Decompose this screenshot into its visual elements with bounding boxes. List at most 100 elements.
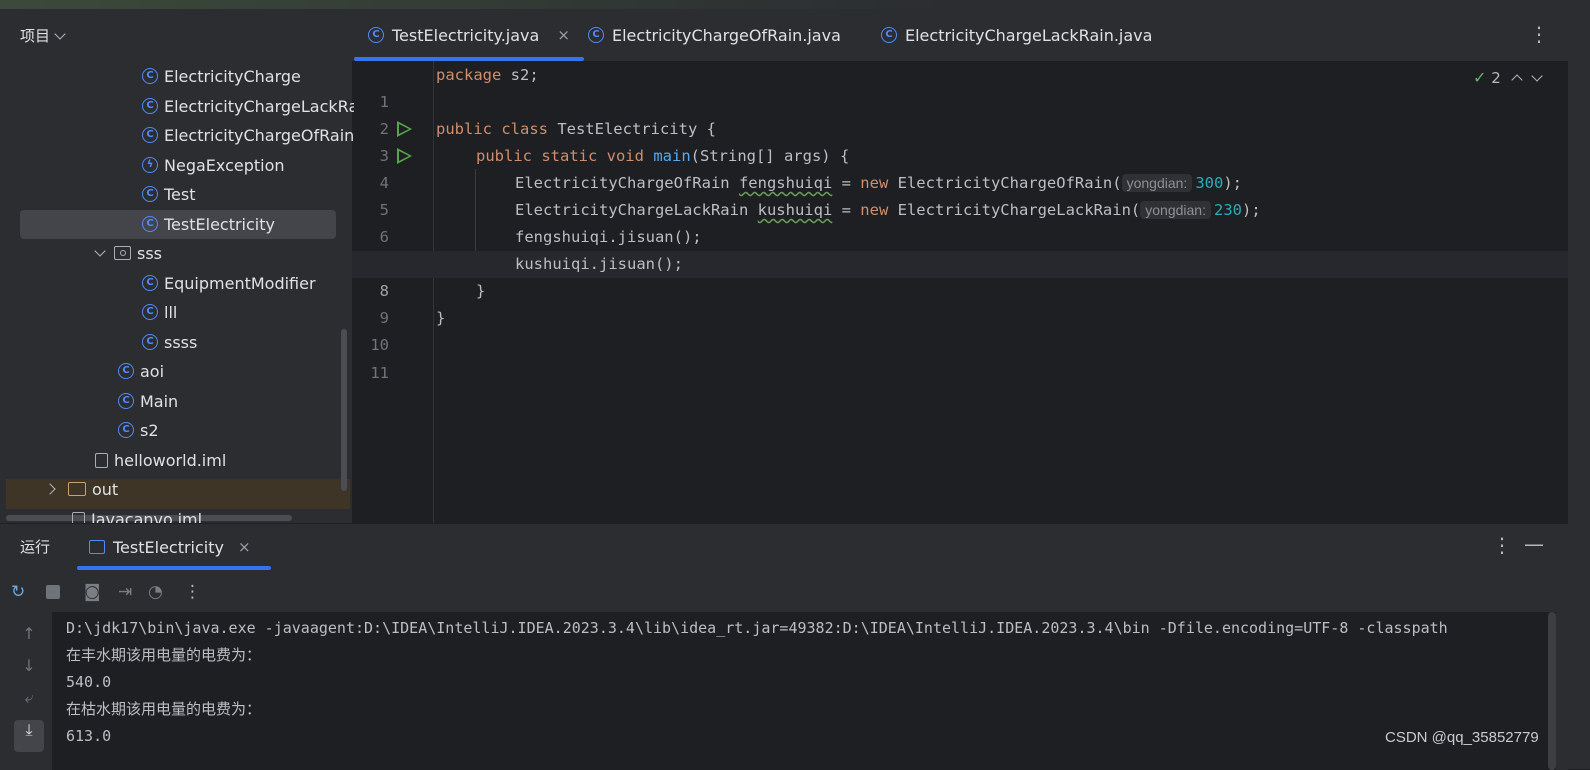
code-token: = bbox=[832, 174, 861, 192]
project-vertical-scrollbar[interactable] bbox=[341, 329, 347, 491]
tree-item-label: ElectricityChargeOfRain bbox=[164, 125, 354, 145]
tree-item-test[interactable]: Test bbox=[142, 180, 196, 208]
parameter-hint: yongdian: bbox=[1140, 201, 1211, 219]
tab-label: ElectricityChargeLackRain.java bbox=[905, 25, 1153, 45]
code-line: 11 bbox=[352, 333, 1568, 382]
tree-item-sss[interactable]: sss bbox=[94, 239, 162, 267]
tree-item-label: ssss bbox=[164, 332, 198, 352]
tab-label: ElectricityChargeOfRain.java bbox=[612, 25, 841, 45]
more-options-icon[interactable]: ⋮ bbox=[1529, 22, 1549, 46]
keyword: new bbox=[860, 201, 889, 219]
tree-item-label: ElectricityCharge bbox=[164, 66, 301, 86]
code-line: 10 } bbox=[352, 305, 1568, 354]
close-icon[interactable]: × bbox=[557, 26, 570, 44]
console-vertical-scrollbar[interactable] bbox=[1548, 612, 1556, 770]
number-literal: 230 bbox=[1213, 201, 1242, 219]
tree-item-label: ElectricityChargeLackRai bbox=[164, 96, 354, 116]
tree-item-javacanvo-iml[interactable]: Javacanvo.iml bbox=[72, 505, 202, 523]
code-text: package s2; bbox=[436, 62, 539, 89]
code-text: } bbox=[436, 309, 446, 327]
tree-item-label: Main bbox=[140, 391, 179, 411]
soft-wrap-icon[interactable]: ⤶ bbox=[14, 688, 44, 720]
tree-item-negaexception[interactable]: NegaException bbox=[142, 151, 285, 179]
console-line: 在枯水期该用电量的电费为： bbox=[66, 700, 262, 718]
gauge-icon[interactable]: ◔ bbox=[148, 582, 163, 602]
class-icon bbox=[118, 422, 134, 438]
exit-icon[interactable]: ⇥ bbox=[118, 582, 132, 602]
minimize-icon[interactable]: — bbox=[1524, 532, 1544, 556]
close-icon[interactable]: × bbox=[238, 538, 251, 556]
code-line: 5 ElectricityChargeOfRain fengshuiqi = n… bbox=[352, 170, 1568, 219]
tree-item-electricitycharge[interactable]: ElectricityCharge bbox=[142, 62, 301, 90]
more-options-icon[interactable]: ⋮ bbox=[184, 582, 201, 602]
tree-item-label: NegaException bbox=[164, 155, 285, 175]
tab-electricitychargelackrain-java[interactable]: ElectricityChargeLackRain.java bbox=[881, 9, 1152, 61]
tree-item-equipmentmodifier[interactable]: EquipmentModifier bbox=[142, 269, 316, 297]
tree-item-label: EquipmentModifier bbox=[164, 273, 316, 293]
code-token: ElectricityChargeLackRain( bbox=[888, 201, 1141, 219]
window-top-strip bbox=[0, 0, 1590, 9]
file-icon bbox=[95, 452, 108, 468]
run-tab-testelectricity[interactable]: TestElectricity × bbox=[77, 524, 271, 570]
tree-item-s2[interactable]: s2 bbox=[118, 416, 159, 444]
rerun-icon[interactable]: ↻ bbox=[11, 582, 25, 602]
keyword: public static void bbox=[476, 147, 644, 165]
tree-item-label: out bbox=[92, 479, 119, 499]
run-gutter-icon[interactable] bbox=[397, 148, 412, 164]
run-tab-label: TestElectricity bbox=[113, 537, 224, 557]
editor-tab-bar: TestElectricity.java × ElectricityCharge… bbox=[352, 9, 1568, 62]
chevron-right-icon[interactable] bbox=[44, 483, 56, 495]
scroll-to-end-icon[interactable]: ⤓ bbox=[14, 720, 44, 752]
variable-name: kushuiqi bbox=[757, 201, 833, 219]
tree-item-testelectricity[interactable]: TestElectricity bbox=[20, 210, 336, 239]
arrow-up-icon[interactable]: ↑ bbox=[14, 624, 44, 656]
project-view-selector[interactable]: 项目 bbox=[20, 25, 66, 46]
code-text: ElectricityChargeOfRain fengshuiqi = new… bbox=[515, 170, 1242, 197]
tree-item-label: s2 bbox=[140, 420, 159, 440]
tab-testelectricity-java[interactable]: TestElectricity.java × bbox=[354, 9, 584, 61]
class-icon bbox=[881, 27, 897, 43]
code-line: 2 bbox=[352, 89, 1568, 138]
class-icon bbox=[142, 68, 158, 84]
keyword: public class bbox=[436, 120, 548, 138]
camera-icon[interactable]: ◙ bbox=[84, 582, 101, 602]
code-text: public static void main(String[] args) { bbox=[476, 143, 849, 170]
code-line: 1 package s2; bbox=[352, 62, 1568, 111]
keyword: package bbox=[436, 66, 502, 84]
more-options-icon[interactable]: ⋮ bbox=[1492, 533, 1512, 557]
class-icon bbox=[588, 27, 604, 43]
tree-item-out[interactable]: out bbox=[44, 475, 119, 503]
tree-item-aoi[interactable]: aoi bbox=[118, 357, 164, 385]
console-output[interactable]: D:\jdk17\bin\java.exe -javaagent:D:\IDEA… bbox=[52, 612, 1556, 770]
class-icon bbox=[142, 304, 158, 320]
code-line: 4 public static void main(String[] args)… bbox=[352, 143, 1568, 192]
parameter-hint: yongdian: bbox=[1121, 174, 1193, 192]
folder-icon bbox=[68, 482, 86, 496]
code-text: kushuiqi.jisuan(); bbox=[515, 255, 683, 273]
run-panel-title: 运行 bbox=[20, 538, 51, 556]
chevron-down-icon[interactable] bbox=[94, 245, 106, 257]
console-side-toolbar: ↑ ↓ ⤶ ⤓ bbox=[14, 624, 44, 752]
stop-icon[interactable] bbox=[46, 585, 60, 599]
tree-item-lll[interactable]: lll bbox=[142, 298, 177, 326]
tab-electricitychargeofrain-java[interactable]: ElectricityChargeOfRain.java bbox=[588, 9, 841, 61]
code-line: 6 ElectricityChargeLackRain kushuiqi = n… bbox=[352, 197, 1568, 246]
tree-item-electricitychargeofrain[interactable]: ElectricityChargeOfRain bbox=[142, 121, 354, 149]
arrow-down-icon[interactable]: ↓ bbox=[14, 656, 44, 688]
tree-item-label: helloworld.iml bbox=[114, 450, 227, 470]
class-icon bbox=[142, 334, 158, 350]
number-literal: 300 bbox=[1195, 174, 1224, 192]
tree-item-label: Javacanvo.iml bbox=[91, 509, 203, 524]
tree-item-electricitychargelackrain[interactable]: ElectricityChargeLackRai bbox=[142, 92, 354, 120]
file-icon bbox=[72, 511, 85, 523]
package-icon bbox=[114, 246, 131, 260]
code-token: ElectricityChargeOfRain( bbox=[888, 174, 1122, 192]
class-icon bbox=[142, 275, 158, 291]
run-gutter-icon[interactable] bbox=[397, 121, 412, 137]
tree-item-helloworld-iml[interactable]: helloworld.iml bbox=[95, 446, 226, 474]
tree-item-main[interactable]: Main bbox=[118, 387, 178, 415]
tree-item-label: TestElectricity bbox=[164, 214, 275, 234]
run-tool-window: 运行 TestElectricity × ⋮ — ↻ ◙ ⇥ ◔ ⋮ ↑ ↓ ⤶… bbox=[0, 523, 1568, 770]
tree-item-ssss[interactable]: ssss bbox=[142, 328, 197, 356]
console-line: D:\jdk17\bin\java.exe -javaagent:D:\IDEA… bbox=[66, 619, 1448, 637]
